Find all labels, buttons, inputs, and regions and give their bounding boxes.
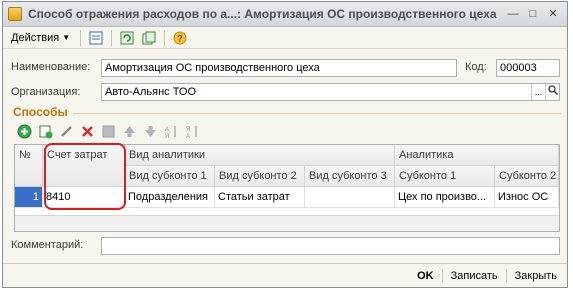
- section-divider: [73, 113, 561, 114]
- sort-descending-icon[interactable]: ЯA: [184, 123, 200, 139]
- methods-section-title: Способы: [13, 105, 68, 119]
- copy-icon[interactable]: [140, 29, 158, 47]
- window-title: Способ отражения расходов по а...: Аморт…: [28, 7, 497, 21]
- dropdown-arrow-icon: ▼: [62, 33, 71, 42]
- col-header-number[interactable]: №: [15, 145, 43, 187]
- table-row-number[interactable]: 1: [15, 187, 43, 208]
- footer-separator: [505, 268, 507, 283]
- close-button[interactable]: Закрыть: [511, 268, 561, 284]
- highlight-annotation: [44, 143, 126, 210]
- table-cell-subconto-type-1[interactable]: Подразделения: [125, 187, 215, 208]
- table-cell-subconto-1[interactable]: Цех по произво...: [395, 187, 495, 208]
- copy-row-icon[interactable]: [37, 123, 53, 139]
- organization-label: Организация:: [11, 86, 81, 98]
- methods-toolbar: AЯ ЯA: [16, 123, 200, 139]
- actions-label: Действия: [11, 31, 60, 44]
- refresh-icon[interactable]: [118, 29, 136, 47]
- comment-field[interactable]: [101, 237, 560, 255]
- col-header-subconto-type-1[interactable]: Вид субконто 1: [125, 166, 215, 187]
- select-dots-icon[interactable]: ...: [531, 84, 545, 100]
- toolbar-separator: [111, 29, 113, 46]
- ok-button[interactable]: OK: [413, 268, 438, 284]
- toolbar-separator: [164, 29, 166, 46]
- minimize-icon[interactable]: —: [507, 8, 519, 20]
- svg-text:Я: Я: [186, 127, 190, 133]
- close-icon[interactable]: ✕: [547, 8, 559, 20]
- footer-bar: OK Записать Закрыть: [3, 263, 567, 287]
- app-icon: [8, 7, 22, 21]
- list-icon[interactable]: [87, 29, 105, 47]
- svg-text:A: A: [165, 127, 169, 133]
- sort-ascending-icon[interactable]: AЯ: [163, 123, 179, 139]
- horizontal-scrollbar[interactable]: [15, 215, 559, 231]
- svg-text:?: ?: [177, 33, 183, 43]
- col-header-subconto-type-3[interactable]: Вид субконто 3: [305, 166, 395, 187]
- col-header-subconto-2[interactable]: Субконто 2: [495, 166, 559, 187]
- maximize-icon[interactable]: □: [527, 8, 539, 20]
- form-window: Способ отражения расходов по а...: Аморт…: [2, 1, 568, 288]
- table-cell-subconto-2[interactable]: Износ ОС: [495, 187, 559, 208]
- table-cell-subconto-type-3[interactable]: [305, 187, 395, 208]
- organization-value: Авто-Альянс ТОО: [105, 86, 197, 98]
- col-header-subconto-1[interactable]: Субконто 1: [395, 166, 495, 187]
- save-button[interactable]: Записать: [447, 268, 502, 284]
- table-cell-subconto-type-2[interactable]: Статьи затрат: [215, 187, 305, 208]
- col-group-analytics[interactable]: Аналитика: [395, 145, 559, 166]
- code-label: Код:: [465, 61, 487, 73]
- add-row-icon[interactable]: [16, 123, 32, 139]
- organization-field[interactable]: Авто-Альянс ТОО ...: [101, 83, 560, 101]
- col-group-analytics-type[interactable]: Вид аналитики: [125, 145, 395, 166]
- move-up-icon[interactable]: [121, 123, 137, 139]
- actions-menu-button[interactable]: Действия ▼: [7, 30, 74, 46]
- edit-row-icon[interactable]: [58, 123, 74, 139]
- name-label: Наименование:: [11, 61, 91, 73]
- delete-row-icon[interactable]: [79, 123, 95, 139]
- help-icon[interactable]: ?: [171, 29, 189, 47]
- svg-text:A: A: [186, 134, 190, 139]
- title-bar[interactable]: Способ отражения расходов по а...: Аморт…: [3, 2, 567, 27]
- footer-separator: [441, 268, 443, 283]
- col-header-subconto-type-2[interactable]: Вид субконто 2: [215, 166, 305, 187]
- code-field[interactable]: 000003: [496, 59, 560, 77]
- search-icon[interactable]: [545, 84, 559, 100]
- comment-label: Комментарий:: [11, 239, 84, 251]
- move-down-icon[interactable]: [142, 123, 158, 139]
- save-row-icon[interactable]: [100, 123, 116, 139]
- svg-text:Я: Я: [165, 134, 169, 139]
- toolbar-separator: [80, 29, 82, 46]
- toolbar: Действия ▼ ?: [3, 27, 567, 49]
- name-field[interactable]: Амортизация ОС производственного цеха: [101, 59, 457, 77]
